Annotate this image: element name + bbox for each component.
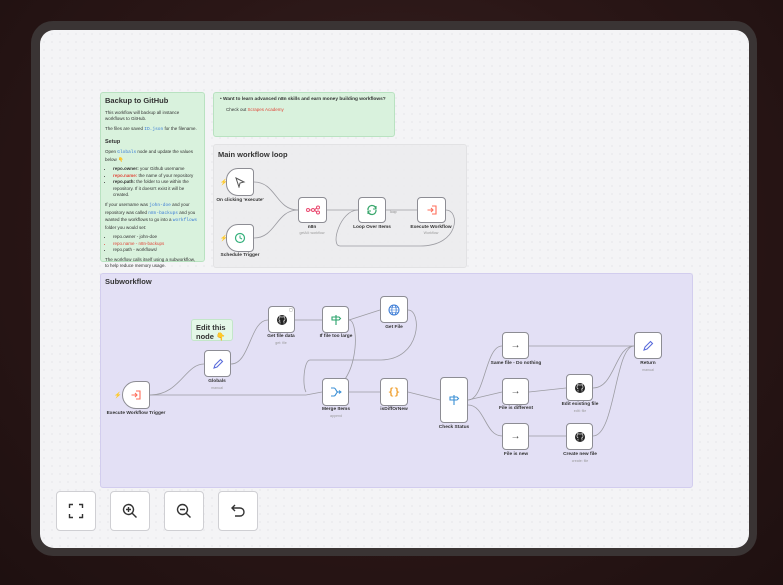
node-subtitle: edit: file [573,409,587,413]
node-label: If file too large [319,334,353,339]
zoom-in-icon [122,503,137,518]
sticky-note-edit[interactable]: Edit this node 👇 [191,319,233,341]
if-signpost-icon [330,314,341,325]
edge-label-loop: loop [390,210,397,214]
node-file-is-new[interactable]: → [502,423,529,450]
node-label: Edit existing file [561,402,599,407]
node-subtitle: getAll: workflow [299,231,325,235]
node-same-file[interactable]: → [502,332,529,359]
fit-view-icon [68,503,84,519]
node-label: Create new file [563,452,597,457]
node-check-status[interactable] [440,377,468,423]
github-icon [574,382,585,393]
arrow-right-icon: → [510,386,521,397]
node-execute-workflow[interactable] [417,197,446,223]
node-label: Execute Workflow [410,225,452,230]
execute-trigger-icon [131,390,141,400]
cursor-icon [235,177,246,188]
clock-icon [234,232,246,244]
loop-icon [367,204,377,216]
node-label: Schedule Trigger [220,253,260,258]
node-label: Globals [208,379,226,384]
merge-icon [330,387,342,397]
arrow-right-icon: → [510,431,521,442]
connections-layer [149,181,635,437]
code-braces-icon: {} [387,386,401,398]
disabled-marker-icon: ▢ [289,307,293,312]
node-loop-over-items[interactable] [358,197,386,223]
node-label: Return [640,361,656,366]
zoom-to-fit-button[interactable] [56,491,96,531]
node-execute-workflow-trigger[interactable] [122,381,150,409]
node-label: isDiffOrNew [380,407,408,412]
node-label: Get File [385,325,403,330]
trigger-bolt-icon: ⚡ [114,393,122,399]
node-label: File is different [498,406,534,411]
node-label: Check Status [438,425,470,430]
node-create-new-file[interactable] [566,423,593,450]
node-label: Execute Workflow Trigger [106,411,166,416]
trigger-bolt-icon: ⚡ [220,180,228,186]
node-schedule-trigger[interactable] [226,224,254,252]
node-return[interactable] [634,332,662,359]
globe-icon [388,304,400,315]
node-label: Loop Over Items [353,225,391,230]
node-label: n8n [307,225,317,230]
node-isdifffornew[interactable]: {} [380,378,408,406]
node-label: Same file - Do nothing [490,361,542,366]
node-subtitle: Workflow [423,231,439,235]
node-subtitle: manual [642,368,654,372]
execute-workflow-icon [427,205,437,215]
arrow-right-icon: → [510,340,521,351]
node-merge-items[interactable] [322,378,349,406]
node-manual-trigger[interactable] [226,168,254,196]
node-get-file[interactable] [380,296,408,323]
workflow-canvas[interactable]: Backup to GitHub This workflow will back… [40,30,749,548]
node-n8n[interactable] [298,197,327,223]
trigger-bolt-icon: ⚡ [220,236,228,242]
n8n-logo-icon [305,205,320,215]
github-icon [574,431,585,442]
node-file-is-different[interactable]: → [502,378,529,405]
github-icon [276,314,287,325]
switch-signpost-icon [449,395,460,405]
pencil-icon [643,340,654,351]
zoom-in-button[interactable] [110,491,150,531]
node-subtitle: append [330,414,342,418]
node-if-file-too-large[interactable] [322,306,349,333]
node-label: File is new [503,452,529,457]
node-label: On clicking 'execute' [216,198,264,203]
node-label: Get file data [267,334,295,339]
node-globals[interactable] [204,350,231,377]
zoom-out-button[interactable] [164,491,204,531]
node-subtitle: create: file [571,459,589,463]
node-subtitle: manual [211,386,223,390]
node-label: Merge Items [322,407,350,412]
node-edit-existing-file[interactable] [566,374,593,401]
undo-icon [231,504,245,517]
undo-button[interactable] [218,491,258,531]
pencil-icon [212,358,223,369]
node-subtitle: get: file [275,341,287,345]
zoom-out-icon [176,503,191,518]
